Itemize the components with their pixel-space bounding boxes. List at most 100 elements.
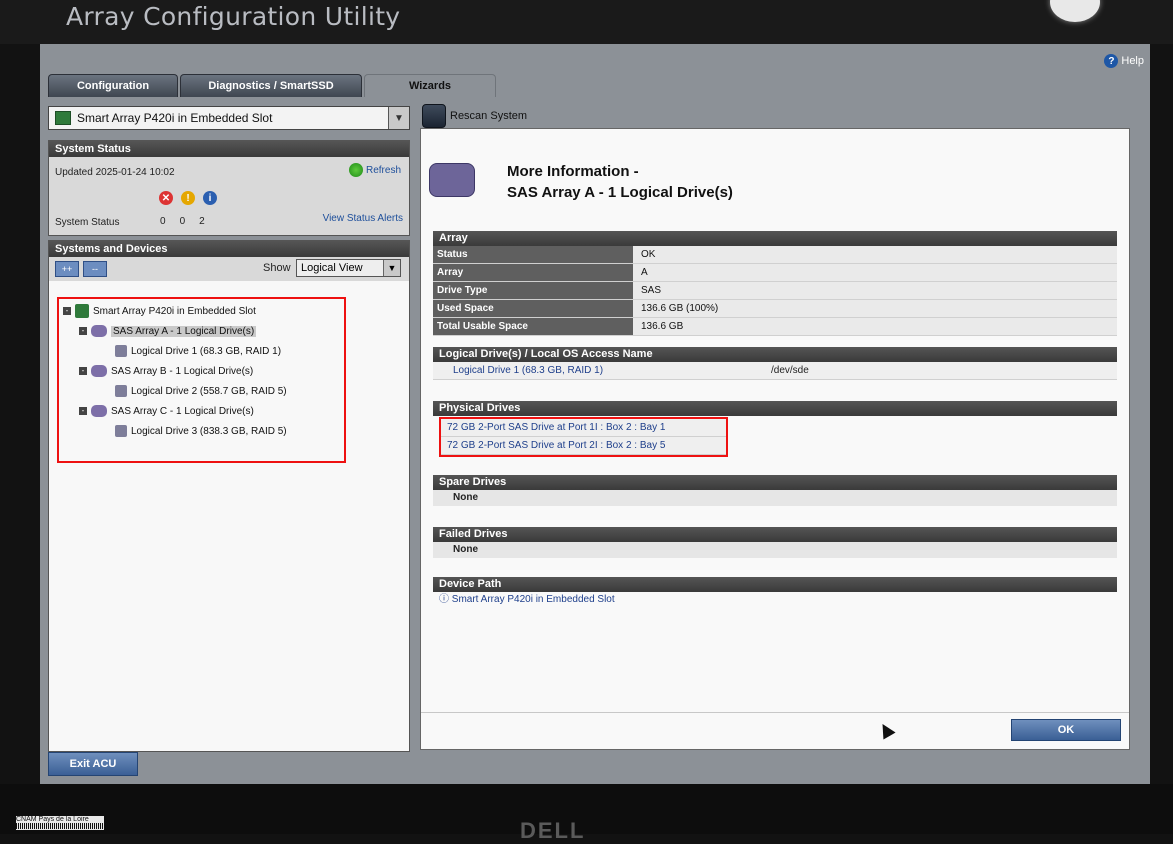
more-information-panel: More Information - SAS Array A - 1 Logic… bbox=[420, 128, 1130, 750]
physical-drives-highlight: 72 GB 2-Port SAS Drive at Port 1I : Box … bbox=[439, 417, 728, 457]
array-row-used-space: Used Space 136.6 GB (100%) bbox=[433, 300, 1117, 318]
tree-array-c[interactable]: - SAS Array C - 1 Logical Drive(s) bbox=[79, 403, 254, 419]
sticker-text: CNAM Pays de la Loire bbox=[16, 816, 89, 823]
controller-selector-value: Smart Array P420i in Embedded Slot bbox=[77, 111, 273, 125]
physical-drive-row-2[interactable]: 72 GB 2-Port SAS Drive at Port 2I : Box … bbox=[441, 437, 726, 455]
logical-drives-header: Logical Drive(s) / Local OS Access Name bbox=[433, 347, 1117, 362]
device-path-link[interactable]: ⓘ Smart Array P420i in Embedded Slot bbox=[433, 592, 1117, 608]
mouse-pointer-icon bbox=[876, 720, 896, 740]
refresh-label: Refresh bbox=[365, 164, 401, 176]
view-select-value: Logical View bbox=[301, 262, 363, 274]
tree-label: Logical Drive 1 (68.3 GB, RAID 1) bbox=[131, 345, 282, 357]
tree-label: Smart Array P420i in Embedded Slot bbox=[93, 305, 256, 317]
spare-drives-header: Spare Drives bbox=[433, 475, 1117, 490]
failed-drives-header: Failed Drives bbox=[433, 527, 1117, 542]
info-icon: ⓘ bbox=[439, 594, 452, 605]
failed-drives-section: Failed Drives None bbox=[433, 527, 1117, 558]
refresh-button[interactable]: Refresh bbox=[348, 163, 401, 177]
array-row-array: Array A bbox=[433, 264, 1117, 282]
rescan-system-button[interactable]: Rescan System bbox=[422, 104, 527, 128]
failed-drives-value: None bbox=[433, 542, 1117, 558]
tree-label: Logical Drive 2 (558.7 GB, RAID 5) bbox=[131, 385, 287, 397]
info-count: 2 bbox=[199, 216, 205, 227]
asset-sticker: CNAM Pays de la Loire bbox=[16, 816, 104, 830]
device-tree: - Smart Array P420i in Embedded Slot - S… bbox=[57, 297, 346, 463]
systems-devices-header: Systems and Devices bbox=[49, 241, 409, 257]
device-path-header: Device Path bbox=[433, 577, 1117, 592]
exit-acu-button[interactable]: Exit ACU bbox=[48, 752, 138, 776]
logical-drive-icon bbox=[115, 345, 127, 357]
collapse-toggle-icon[interactable]: - bbox=[79, 367, 87, 375]
chevron-down-icon[interactable]: ▼ bbox=[388, 107, 409, 129]
systems-devices-toolbar: ++ -- Show Logical View ▼ bbox=[49, 257, 409, 281]
array-row-status: Status OK bbox=[433, 246, 1117, 264]
updated-timestamp: Updated 2025-01-24 10:02 bbox=[55, 167, 175, 178]
array-stack-icon bbox=[429, 163, 475, 197]
status-icon-group: ✕ ! i bbox=[159, 191, 217, 205]
info-title-line2: SAS Array A - 1 Logical Drive(s) bbox=[507, 184, 733, 201]
tree-array-a[interactable]: - SAS Array A - 1 Logical Drive(s) bbox=[79, 323, 257, 339]
help-label: Help bbox=[1121, 55, 1144, 67]
array-row-total-usable: Total Usable Space 136.6 GB bbox=[433, 318, 1117, 336]
chevron-down-icon: ▼ bbox=[383, 260, 400, 276]
ok-button[interactable]: OK bbox=[1011, 719, 1121, 741]
view-select[interactable]: Logical View ▼ bbox=[296, 259, 401, 277]
view-status-alerts-link[interactable]: View Status Alerts bbox=[323, 213, 403, 224]
tab-wizards[interactable]: Wizards bbox=[364, 74, 496, 97]
array-section: Array Status OK Array A Drive Type SAS U… bbox=[433, 231, 1117, 336]
array-icon bbox=[91, 325, 107, 337]
logical-drive-row[interactable]: Logical Drive 1 (68.3 GB, RAID 1) /dev/s… bbox=[433, 362, 1117, 380]
acu-screen: ? Help Configuration Diagnostics / Smart… bbox=[40, 44, 1150, 784]
logical-drive-access-name: /dev/sde bbox=[771, 365, 809, 376]
monitor-brand-logo: DELL bbox=[520, 818, 586, 843]
error-icon: ✕ bbox=[159, 191, 173, 205]
rescan-label: Rescan System bbox=[450, 110, 528, 122]
array-row-drive-type: Drive Type SAS bbox=[433, 282, 1117, 300]
help-icon: ? bbox=[1104, 54, 1119, 68]
physical-drives-header: Physical Drives bbox=[433, 401, 1117, 416]
spare-drives-section: Spare Drives None bbox=[433, 475, 1117, 506]
status-counts: 0 0 2 bbox=[160, 216, 205, 227]
tab-diagnostics[interactable]: Diagnostics / SmartSSD bbox=[180, 74, 362, 97]
error-count: 0 bbox=[160, 216, 166, 227]
collapse-toggle-icon[interactable]: - bbox=[79, 407, 87, 415]
array-header: Array bbox=[433, 231, 1117, 246]
device-path-section: Device Path ⓘ Smart Array P420i in Embed… bbox=[433, 577, 1117, 608]
tree-logical-drive-2[interactable]: Logical Drive 2 (558.7 GB, RAID 5) bbox=[115, 383, 287, 399]
show-label: Show bbox=[263, 262, 291, 274]
physical-drives-section: Physical Drives 72 GB 2-Port SAS Drive a… bbox=[433, 401, 1117, 457]
controller-icon bbox=[55, 111, 71, 125]
systems-devices-panel: Systems and Devices ++ -- Show Logical V… bbox=[48, 240, 410, 752]
tree-logical-drive-3[interactable]: Logical Drive 3 (838.3 GB, RAID 5) bbox=[115, 423, 287, 439]
array-icon bbox=[91, 405, 107, 417]
tree-controller[interactable]: - Smart Array P420i in Embedded Slot bbox=[63, 303, 256, 319]
logical-drive-icon bbox=[115, 385, 127, 397]
device-path-label: Smart Array P420i in Embedded Slot bbox=[451, 594, 615, 605]
physical-drive-row-1[interactable]: 72 GB 2-Port SAS Drive at Port 1I : Box … bbox=[441, 419, 726, 437]
array-icon bbox=[91, 365, 107, 377]
warning-count: 0 bbox=[179, 216, 186, 227]
monitor-bezel-bottom bbox=[0, 784, 1173, 834]
tree-label: SAS Array B - 1 Logical Drive(s) bbox=[111, 365, 254, 377]
expand-all-button[interactable]: ++ bbox=[55, 261, 79, 277]
collapse-all-button[interactable]: -- bbox=[83, 261, 107, 277]
collapse-toggle-icon[interactable]: - bbox=[79, 327, 87, 335]
system-status-header: System Status bbox=[49, 141, 409, 157]
main-tabs: Configuration Diagnostics / SmartSSD Wiz… bbox=[48, 74, 498, 97]
controller-selector[interactable]: Smart Array P420i in Embedded Slot ▼ bbox=[48, 106, 410, 130]
help-link[interactable]: ? Help bbox=[1104, 54, 1144, 68]
collapse-toggle-icon[interactable]: - bbox=[63, 307, 71, 315]
panel-divider bbox=[421, 712, 1129, 713]
tab-configuration[interactable]: Configuration bbox=[48, 74, 178, 97]
tree-array-b[interactable]: - SAS Array B - 1 Logical Drive(s) bbox=[79, 363, 253, 379]
barcode-icon bbox=[16, 823, 104, 829]
controller-icon bbox=[75, 304, 89, 318]
system-status-label: System Status bbox=[55, 217, 120, 228]
tree-label: SAS Array C - 1 Logical Drive(s) bbox=[111, 405, 254, 417]
spare-drives-value: None bbox=[433, 490, 1117, 506]
system-status-panel: System Status Updated 2025-01-24 10:02 R… bbox=[48, 140, 410, 236]
tree-label: Logical Drive 3 (838.3 GB, RAID 5) bbox=[131, 425, 287, 437]
warning-icon: ! bbox=[181, 191, 195, 205]
tree-logical-drive-1[interactable]: Logical Drive 1 (68.3 GB, RAID 1) bbox=[115, 343, 281, 359]
app-title: Array Configuration Utility bbox=[66, 2, 401, 31]
